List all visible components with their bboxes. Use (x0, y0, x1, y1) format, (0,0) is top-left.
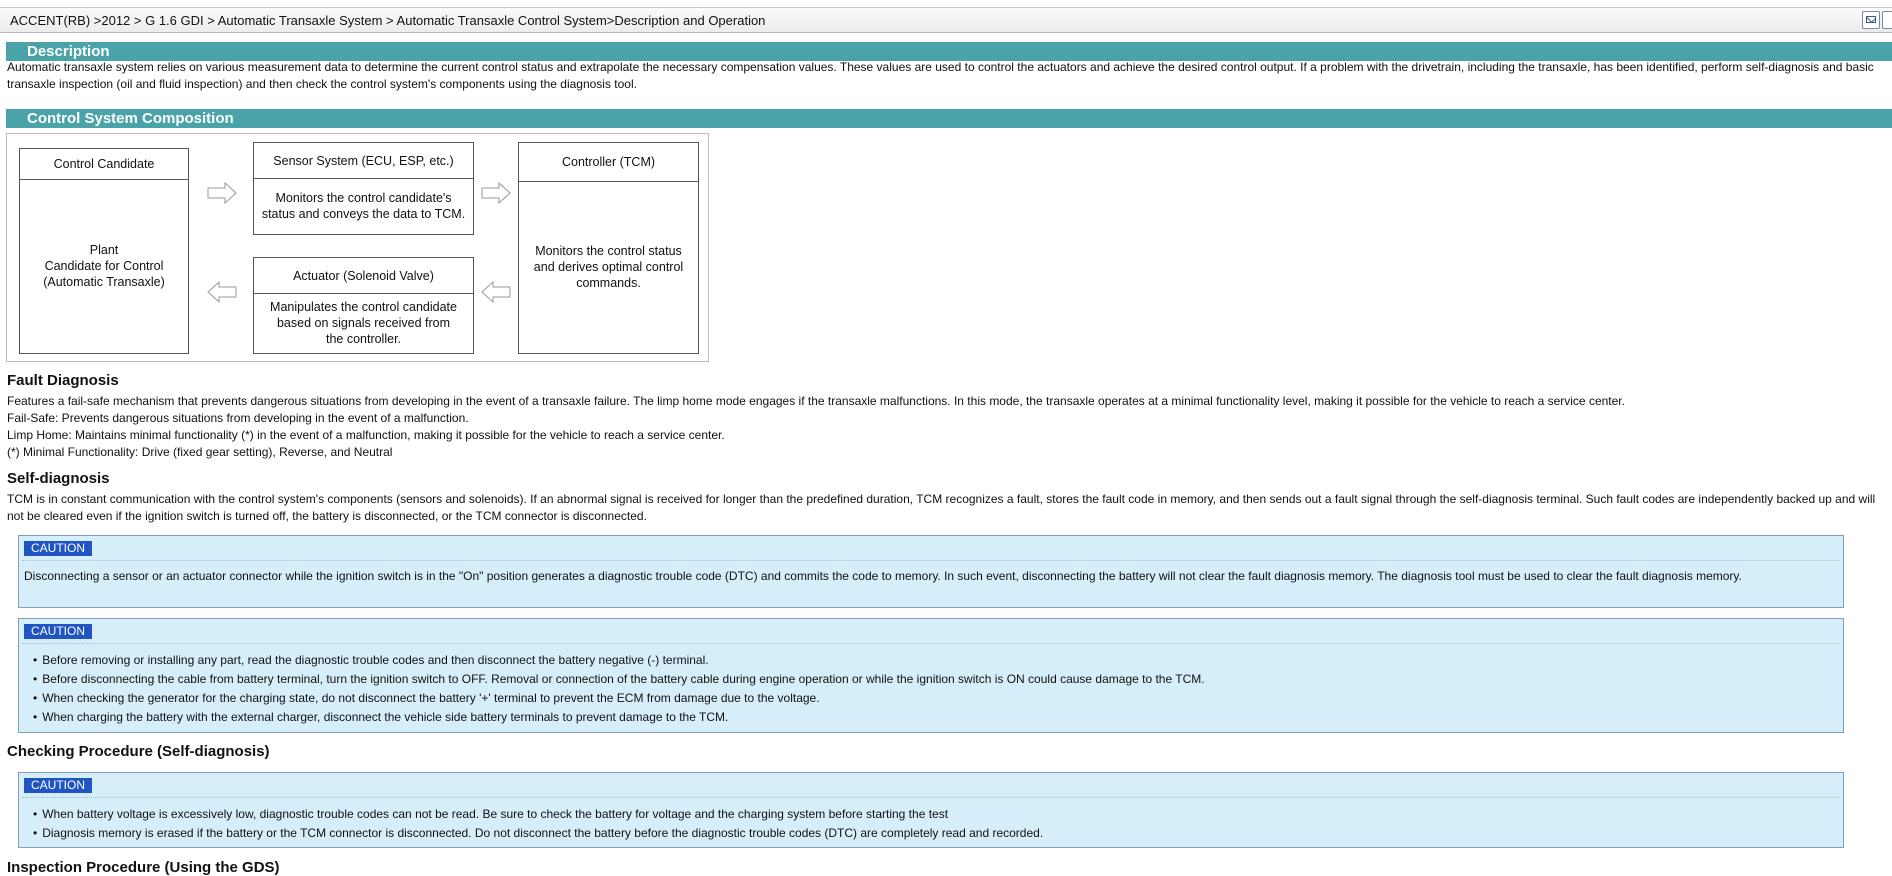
candidate-line-1: Plant (89, 243, 119, 257)
controller-body: Monitors the control status and derives … (519, 181, 698, 353)
arrow-left-icon (207, 281, 237, 303)
control-candidate-title: Control Candidate (20, 149, 188, 180)
caution-text: Disconnecting a sensor or an actuator co… (24, 569, 1742, 583)
controller-line-1: Monitors the control status (535, 244, 682, 258)
caution-divider (22, 797, 1840, 798)
inspection-procedure-title: Inspection Procedure (Using the GDS) (7, 859, 280, 876)
fault-diagnosis-title: Fault Diagnosis (7, 372, 119, 389)
caution-list: When battery voltage is excessively low,… (33, 805, 1835, 843)
sensor-system-body: Monitors the control candidate's status … (254, 178, 473, 234)
list-item: Before disconnecting the cable from batt… (33, 670, 1835, 689)
caution-divider (22, 643, 1840, 644)
list-item: When charging the battery with the exter… (33, 708, 1835, 727)
caution-badge: CAUTION (24, 541, 92, 556)
checking-procedure-title: Checking Procedure (Self-diagnosis) (7, 743, 270, 760)
caution-badge: CAUTION (24, 778, 92, 793)
candidate-line-3: (Automatic Transaxle) (43, 275, 165, 289)
control-candidate-body: Plant Candidate for Control (Automatic T… (20, 179, 188, 353)
actuator-title: Actuator (Solenoid Valve) (254, 258, 473, 294)
fault-line-4: (*) Minimal Functionality: Drive (fixed … (7, 445, 393, 459)
actuator-box: Actuator (Solenoid Valve) Manipulates th… (253, 257, 474, 354)
fault-line-2: Fail-Safe: Prevents dangerous situations… (7, 411, 469, 425)
candidate-line-2: Candidate for Control (44, 259, 164, 273)
controller-box: Controller (TCM) Monitors the control st… (518, 142, 699, 354)
self-diagnosis-title: Self-diagnosis (7, 470, 110, 487)
controller-line-3: commands. (576, 276, 641, 290)
controller-title: Controller (TCM) (519, 143, 698, 182)
window-icon[interactable] (1882, 11, 1892, 29)
fault-line-1: Features a fail-safe mechanism that prev… (7, 394, 1625, 408)
caution-divider (22, 560, 1840, 561)
arrow-left-icon (481, 281, 511, 303)
list-item: Before removing or installing any part, … (33, 651, 1835, 670)
composition-header: Control System Composition (6, 109, 1892, 128)
sensor-line-2: status and conveys the data to TCM. (261, 207, 466, 221)
control-system-diagram: Control Candidate Plant Candidate for Co… (6, 133, 709, 362)
list-item: When checking the generator for the char… (33, 689, 1835, 708)
caution-list: Before removing or installing any part, … (33, 651, 1835, 727)
caution-panel: CAUTION Disconnecting a sensor or an act… (18, 535, 1844, 608)
description-text: Automatic transaxle system relies on var… (7, 60, 1874, 91)
actuator-line-1: Manipulates the control candidate (270, 300, 457, 314)
list-item: When battery voltage is excessively low,… (33, 805, 1835, 824)
arrow-right-icon (207, 182, 237, 204)
sensor-system-title: Sensor System (ECU, ESP, etc.) (254, 143, 473, 179)
controller-line-2: and derives optimal control (533, 260, 684, 274)
sensor-line-1: Monitors the control candidate's (275, 191, 452, 205)
self-diagnosis-text: TCM is in constant communication with th… (7, 492, 1876, 523)
arrow-right-icon (481, 182, 511, 204)
control-candidate-box: Control Candidate Plant Candidate for Co… (19, 148, 189, 354)
sensor-system-box: Sensor System (ECU, ESP, etc.) Monitors … (253, 142, 474, 235)
actuator-body: Manipulates the control candidate based … (254, 293, 473, 353)
breadcrumb: ACCENT(RB) >2012 > G 1.6 GDI > Automatic… (10, 13, 766, 28)
list-item: Diagnosis memory is erased if the batter… (33, 824, 1835, 843)
actuator-line-2: based on signals received from (276, 316, 450, 330)
mail-icon[interactable] (1862, 11, 1880, 29)
caution-badge: CAUTION (24, 624, 92, 639)
fault-line-3: Limp Home: Maintains minimal functionali… (7, 428, 725, 442)
actuator-line-3: the controller. (325, 332, 402, 346)
breadcrumb-bar: ACCENT(RB) >2012 > G 1.6 GDI > Automatic… (0, 7, 1892, 33)
caution-panel: CAUTION When battery voltage is excessiv… (18, 772, 1844, 848)
caution-panel: CAUTION Before removing or installing an… (18, 618, 1844, 733)
